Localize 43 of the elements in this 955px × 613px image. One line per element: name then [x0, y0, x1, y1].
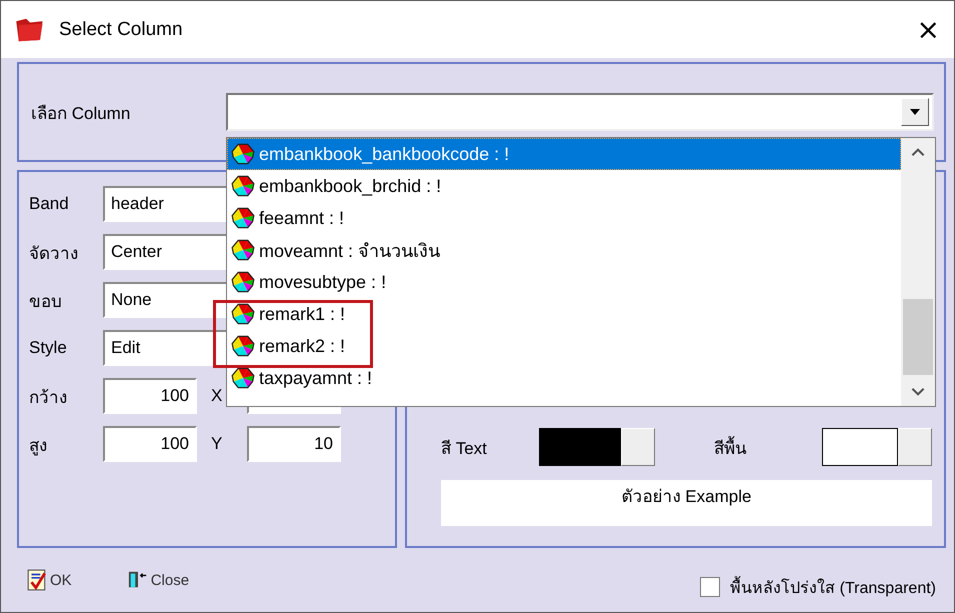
- position-field[interactable]: 10: [247, 426, 341, 462]
- color-wheel-icon: [231, 302, 255, 326]
- scrollbar[interactable]: [901, 138, 935, 406]
- color-wheel-icon: [231, 174, 255, 198]
- field-label: X: [210, 386, 224, 406]
- color-wheel-icon: [231, 270, 255, 294]
- close-button[interactable]: ×: [912, 13, 944, 46]
- folder-icon: [15, 16, 45, 42]
- field-label: Style: [29, 338, 68, 358]
- column-dropdown[interactable]: [226, 93, 934, 131]
- color-picker-button[interactable]: [621, 428, 655, 466]
- item-text: taxpayamnt : !: [259, 368, 372, 388]
- size-field[interactable]: 100: [103, 426, 197, 462]
- color-wheel-icon: [231, 334, 255, 358]
- scroll-down-icon[interactable]: [911, 387, 925, 396]
- field-label: กว้าง: [29, 386, 68, 408]
- color-picker-button[interactable]: [898, 428, 932, 466]
- field-label: Band: [29, 194, 70, 214]
- field-label: จัดวาง: [29, 242, 79, 264]
- color-wheel-icon: [231, 238, 255, 262]
- background-color-label: สีพื้น: [714, 434, 812, 460]
- transparent-checkbox[interactable]: พื้นหลังโปร่งใส (Transparent): [700, 574, 936, 600]
- scroll-up-icon[interactable]: [911, 148, 925, 157]
- color-wheel-icon: [231, 142, 255, 166]
- color-wheel-icon: [231, 206, 255, 230]
- column-label: เลือก Column: [31, 102, 132, 124]
- preview-box: ตัวอย่าง Example: [441, 480, 932, 526]
- color-wheel-icon: [231, 366, 255, 390]
- scrollbar-thumb[interactable]: [903, 299, 933, 375]
- list-item[interactable]: embankbook_bankbookcode : !: [227, 138, 901, 170]
- window-title: Select Column: [59, 18, 184, 40]
- item-text: embankbook_bankbookcode : !: [259, 144, 510, 164]
- caret-icon: [910, 109, 920, 115]
- text-color-label: สี Text: [441, 438, 488, 460]
- field-label: ขอบ: [29, 290, 63, 312]
- checkbox[interactable]: [700, 577, 720, 597]
- dropdown-button[interactable]: [901, 98, 929, 126]
- ok-button[interactable]: OK: [27, 569, 72, 591]
- checklist-icon: [27, 569, 47, 591]
- field-label: Y: [210, 434, 224, 454]
- field-label: สูง: [29, 434, 48, 458]
- close-button[interactable]: Close: [128, 569, 190, 591]
- size-field[interactable]: 100: [103, 378, 197, 414]
